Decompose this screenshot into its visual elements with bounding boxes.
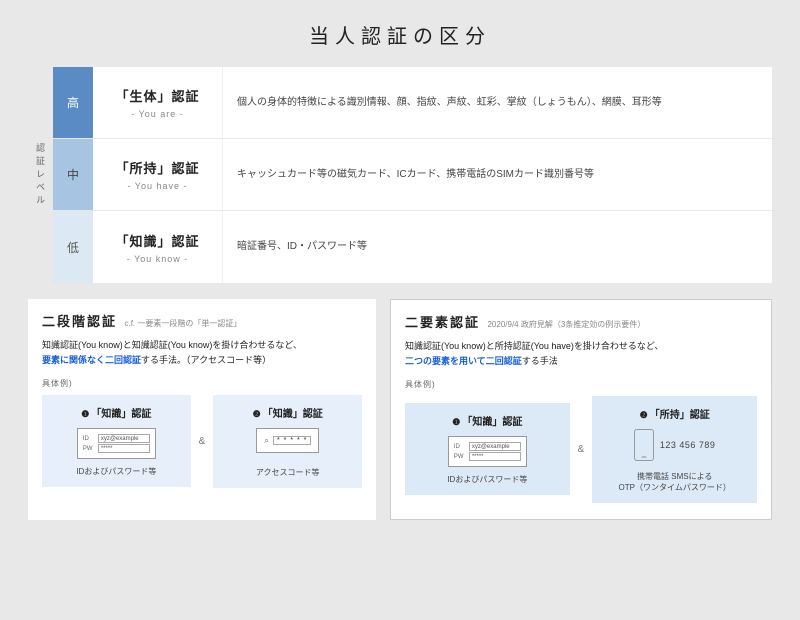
category-title: 「生体」認証 [115, 86, 199, 105]
table-row-low: 低 「知識」認証 - You know - 暗証番号、ID・パスワード等 [53, 211, 772, 283]
example-card-1: ❶「知識」認証 ID xyz@example PW ***** IDおよびパスワ… [405, 403, 570, 495]
two-step-panel: 二段階認証 c.f. 一要素一段階の「単一認証」 知識認証(You know)と… [28, 299, 376, 520]
pw-input-mock: ***** [98, 444, 150, 453]
desc-text: 知識認証(You know)と知識認証(You know)を掛け合わせるなど、 [42, 340, 302, 350]
panel-description: 知識認証(You know)と所持認証(You have)を掛け合わせるなど、 … [405, 339, 757, 369]
example-label: 具体例) [405, 379, 757, 390]
vertical-axis-label: 認証レベル [28, 67, 53, 283]
ampersand-separator: & [578, 444, 585, 455]
pw-input-mock: ***** [469, 452, 521, 461]
panel-note: c.f. 一要素一段階の「単一認証」 [124, 319, 241, 328]
category-cell: 「生体」認証 - You are - [93, 67, 223, 138]
mock-phone-otp: 123 456 789 [634, 429, 716, 461]
step-number-icon: ❷ [640, 410, 648, 421]
example-label: 具体例) [42, 378, 362, 389]
card-title: ❷「知識」認証 [253, 405, 323, 420]
card-title-text: 「所持」認証 [650, 410, 710, 421]
category-description: 個人の身体的特徴による識別情報、顔、指紋、声紋、虹彩、掌紋（しょうもん）、網膜、… [223, 67, 772, 138]
example-card-2: ❷「知識」認証 ⌕ * * * * * アクセスコード等 [213, 395, 362, 488]
card-title: ❷「所持」認証 [640, 406, 710, 421]
mock-pw-row: PW ***** [83, 444, 150, 453]
id-label: ID [83, 436, 95, 442]
id-input-mock: xyz@example [469, 442, 521, 451]
panel-title: 二要素認証 [405, 315, 480, 330]
category-cell: 「知識」認証 - You know - [93, 211, 223, 283]
category-title: 「知識」認証 [115, 231, 199, 250]
level-badge-mid: 中 [53, 139, 93, 210]
step-number-icon: ❶ [452, 417, 460, 428]
table-rows: 高 「生体」認証 - You are - 個人の身体的特徴による識別情報、顔、指… [53, 67, 772, 283]
id-input-mock: xyz@example [98, 434, 150, 443]
panel-note: 2020/9/4 政府見解（3条推定効の例示要件） [487, 320, 645, 329]
step-number-icon: ❶ [81, 409, 89, 420]
two-factor-panel: 二要素認証 2020/9/4 政府見解（3条推定効の例示要件） 知識認証(You… [390, 299, 772, 520]
table-row-mid: 中 「所持」認証 - You have - キャッシュカード等の磁気カード、IC… [53, 139, 772, 211]
pw-label: PW [83, 446, 95, 452]
mock-id-row: ID xyz@example [83, 434, 150, 443]
example-cards: ❶「知識」認証 ID xyz@example PW ***** IDおよびパスワ… [405, 396, 757, 503]
category-subtitle: - You know - [127, 254, 189, 264]
page-title: 当人認証の区分 [28, 20, 772, 49]
category-subtitle: - You have - [127, 181, 187, 191]
category-description: 暗証番号、ID・パスワード等 [223, 211, 772, 283]
panel-description: 知識認証(You know)と知識認証(You know)を掛け合わせるなど、 … [42, 338, 362, 368]
pw-label: PW [454, 454, 466, 460]
category-title: 「所持」認証 [115, 158, 199, 177]
example-card-1: ❶「知識」認証 ID xyz@example PW ***** IDおよびパスワ… [42, 395, 191, 487]
step-number-icon: ❷ [253, 409, 261, 420]
example-cards: ❶「知識」認証 ID xyz@example PW ***** IDおよびパスワ… [42, 395, 362, 488]
caption-line2: OTP（ワンタイムパスワード） [619, 483, 731, 492]
otp-number: 123 456 789 [660, 440, 716, 450]
level-badge-low: 低 [53, 211, 93, 283]
mock-id-row: ID xyz@example [454, 442, 521, 451]
auth-level-table: 認証レベル 高 「生体」認証 - You are - 個人の身体的特徴による識別… [28, 67, 772, 283]
panel-title: 二段階認証 [42, 314, 117, 329]
card-caption: アクセスコード等 [256, 467, 320, 478]
category-subtitle: - You are - [131, 109, 184, 119]
level-badge-high: 高 [53, 67, 93, 138]
phone-icon [634, 429, 654, 461]
id-label: ID [454, 444, 466, 450]
key-icon: ⌕ [264, 435, 269, 446]
caption-line1: 携帯電話 SMSによる [637, 472, 712, 481]
desc-highlight: 要素に関係なく二回認証 [42, 355, 141, 365]
ampersand-separator: & [199, 436, 206, 447]
card-title: ❶「知識」認証 [81, 405, 151, 420]
desc-text: 知識認証(You know)と所持認証(You have)を掛け合わせるなど、 [405, 341, 663, 351]
card-title-text: 「知識」認証 [462, 417, 522, 428]
card-title-text: 「知識」認証 [91, 409, 151, 420]
category-cell: 「所持」認証 - You have - [93, 139, 223, 210]
mock-access-code: ⌕ * * * * * [256, 428, 319, 453]
category-description: キャッシュカード等の磁気カード、ICカード、携帯電話のSIMカード識別番号等 [223, 139, 772, 210]
table-row-high: 高 「生体」認証 - You are - 個人の身体的特徴による識別情報、顔、指… [53, 67, 772, 139]
card-title: ❶「知識」認証 [452, 413, 522, 428]
mock-login-form: ID xyz@example PW ***** [448, 436, 527, 467]
page: 当人認証の区分 認証レベル 高 「生体」認証 - You are - 個人の身体… [0, 0, 800, 538]
desc-text-tail: する手法。（アクセスコード等） [141, 355, 271, 365]
desc-text-tail: する手法 [522, 356, 558, 366]
card-caption: IDおよびパスワード等 [76, 466, 156, 477]
desc-highlight: 二つの要素を用いて二回認証 [405, 356, 522, 366]
access-code-dots: * * * * * [273, 436, 311, 445]
mock-login-form: ID xyz@example PW ***** [77, 428, 156, 459]
card-title-text: 「知識」認証 [263, 409, 323, 420]
mock-pw-row: PW ***** [454, 452, 521, 461]
bottom-panels: 二段階認証 c.f. 一要素一段階の「単一認証」 知識認証(You know)と… [28, 299, 772, 520]
example-card-2: ❷「所持」認証 123 456 789 携帯電話 SMSによる OTP（ワンタイ… [592, 396, 757, 503]
card-caption: 携帯電話 SMSによる OTP（ワンタイムパスワード） [619, 471, 731, 493]
card-caption: IDおよびパスワード等 [447, 474, 527, 485]
